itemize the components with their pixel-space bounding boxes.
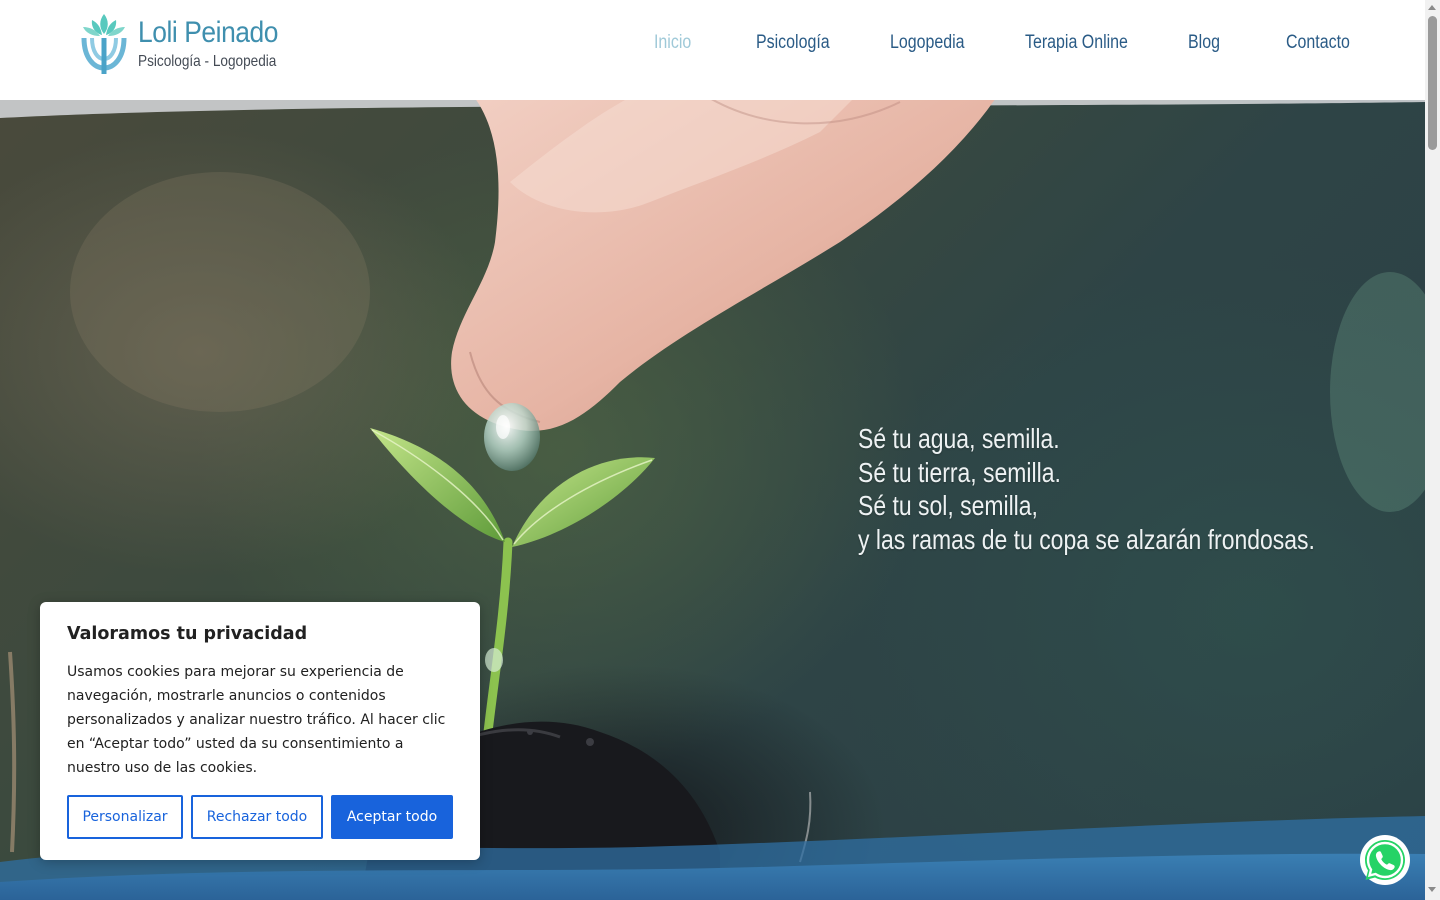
hero-quote-line: Sé tu sol, semilla, [858,490,1038,521]
site-header: Loli Peinado Psicología - Logopedia Inic… [0,0,1425,100]
whatsapp-icon [1360,835,1410,885]
accept-all-button[interactable]: Aceptar todo [331,795,453,839]
hero-quote-line: y las ramas de tu copa se alzarán frondo… [858,523,1315,555]
customize-button[interactable]: Personalizar [67,795,183,839]
cookie-description: Usamos cookies para mejorar su experienc… [67,664,446,776]
reject-all-button[interactable]: Rechazar todo [191,795,323,839]
scroll-up-arrow-icon[interactable] [1428,5,1436,10]
nav-item-blog[interactable]: Blog [1188,32,1220,54]
nav-item-terapia-online[interactable]: Terapia Online [1025,32,1128,54]
hero-quote-line: Sé tu agua, semilla. [858,423,1060,454]
nav-item-inicio[interactable]: Inicio [654,32,691,54]
hero-quote-line: Sé tu tierra, semilla. [858,456,1061,488]
main-nav: Inicio Psicología Logopedia Terapia Onli… [0,32,1425,58]
nav-item-psicologia[interactable]: Psicología [756,32,830,54]
cookie-consent-banner: Valoramos tu privacidad Usamos cookies p… [40,602,480,860]
page-scrollbar[interactable] [1425,0,1440,900]
nav-item-contacto[interactable]: Contacto [1286,32,1350,54]
hero-quote: Sé tu agua, semilla. Sé tu tierra, semil… [858,422,1398,556]
scroll-down-arrow-icon[interactable] [1428,887,1436,892]
scrollbar-thumb[interactable] [1428,16,1437,150]
whatsapp-button[interactable] [1359,834,1411,886]
cookie-title: Valoramos tu privacidad [67,624,308,644]
nav-item-logopedia[interactable]: Logopedia [890,32,965,54]
